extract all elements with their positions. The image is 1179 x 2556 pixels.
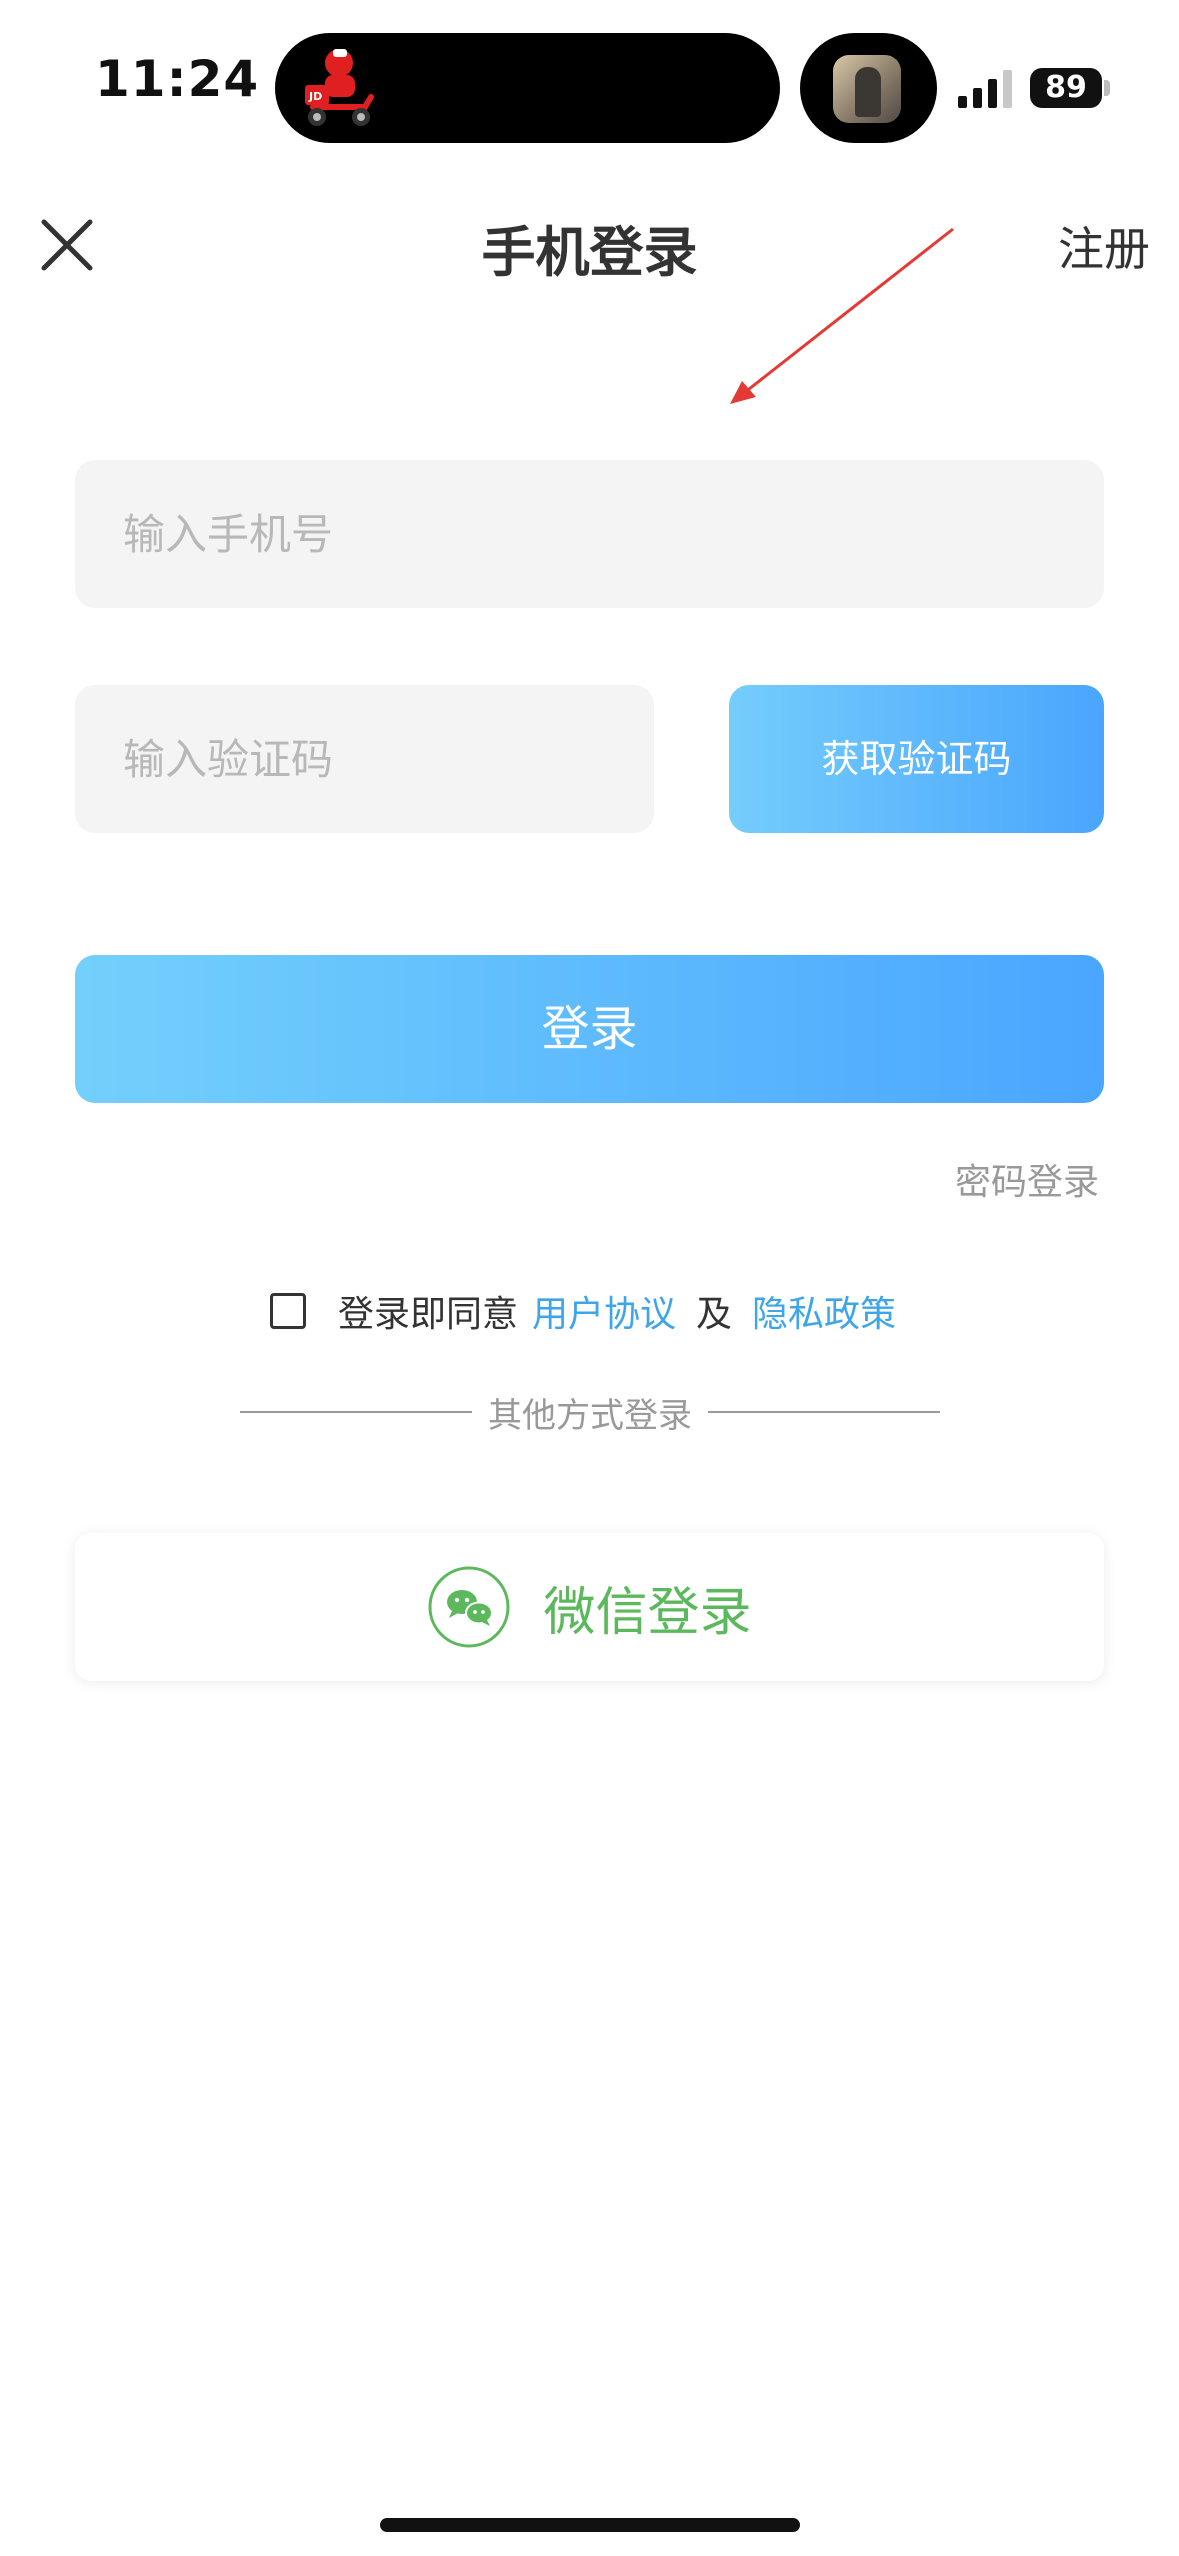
privacy-policy-link[interactable]: 隐私政策 [752,1285,896,1337]
agreement-prefix: 登录即同意 [338,1294,519,1335]
verification-code-input[interactable] [75,685,654,833]
divider-line-left [240,1411,472,1413]
divider-line-right [708,1411,940,1413]
battery-indicator: 89 [1030,68,1102,108]
cellular-signal-icon [958,70,1012,108]
divider-text: 其他方式登录 [488,1395,692,1436]
home-indicator[interactable] [380,2518,800,2532]
user-agreement-link[interactable]: 用户协议 [532,1285,676,1337]
agreement-checkbox[interactable] [270,1293,306,1329]
page-title: 手机登录 [481,221,698,284]
wechat-login-button[interactable]: 微信登录 [75,1533,1104,1681]
media-thumbnail [833,55,901,123]
annotation-arrow [730,227,954,404]
register-link[interactable]: 注册 [1058,213,1150,279]
other-login-divider: 其他方式登录 [240,1387,940,1437]
wechat-login-label: 微信登录 [543,1582,752,1643]
status-time: 11:24 [95,50,260,108]
agreement-and: 及 [696,1294,733,1335]
dynamic-island-media[interactable] [800,33,937,143]
login-button[interactable]: 登录 [75,955,1104,1103]
dynamic-island-activity[interactable]: JD [275,33,780,143]
phone-number-input[interactable] [75,460,1104,608]
jd-delivery-scooter-icon: JD [305,49,374,126]
agreement-row: 登录即同意 用户协议 及 隐私政策 [270,1283,896,1339]
battery-cap [1104,80,1110,96]
password-login-link[interactable]: 密码登录 [955,1153,1099,1205]
get-verification-code-button[interactable]: 获取验证码 [729,685,1104,833]
svg-text:JD: JD [308,90,322,103]
wechat-icon [428,1566,510,1648]
